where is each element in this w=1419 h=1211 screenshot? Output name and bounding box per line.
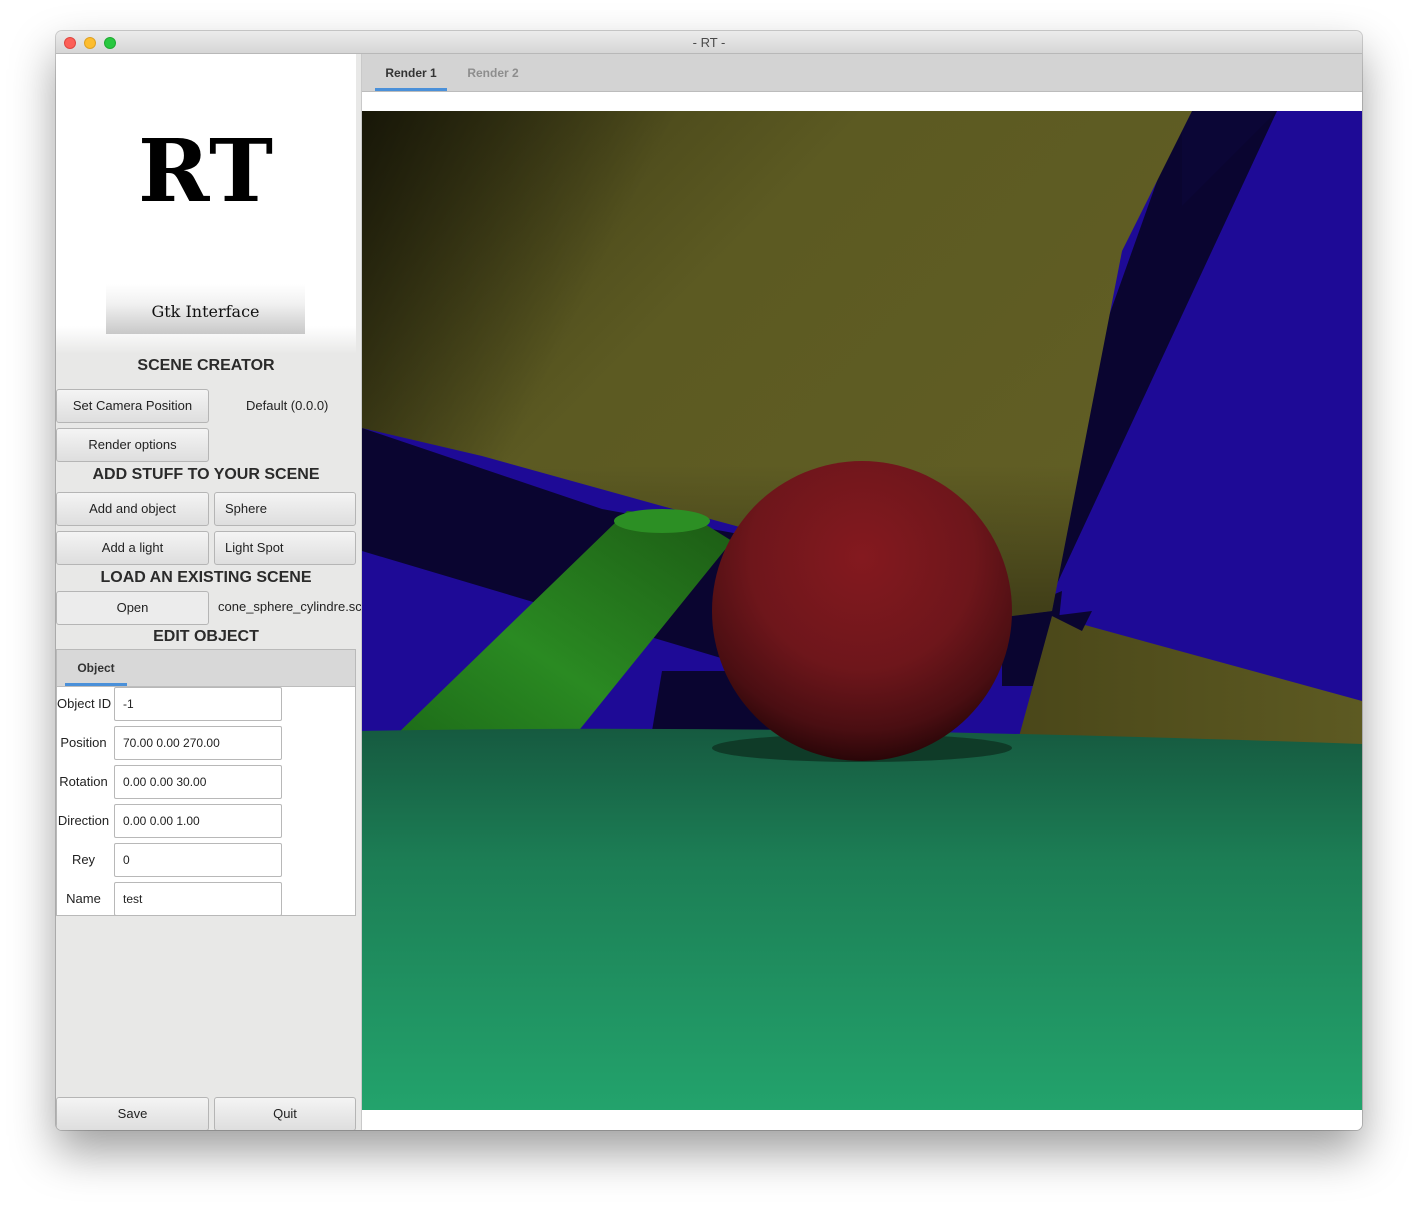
rey-label: Rey	[71, 852, 96, 867]
edit-object-panel: Object Object ID -1 Position 70.00 0.00 …	[56, 649, 356, 916]
tab-render-1[interactable]: Render 1	[375, 54, 447, 91]
quit-button[interactable]: Quit	[214, 1097, 356, 1130]
rey-row: Rey 0	[57, 843, 355, 882]
app-logo: RT	[138, 121, 274, 222]
title-bar[interactable]: - RT -	[56, 31, 1362, 54]
name-row: Name test	[57, 882, 355, 921]
rey-input[interactable]: 0	[114, 843, 282, 877]
add-light-button[interactable]: Add a light	[56, 531, 209, 565]
direction-row: Direction 0.00 0.00 1.00	[57, 804, 355, 843]
save-button[interactable]: Save	[56, 1097, 209, 1130]
render-area: Render 1 Render 2	[361, 54, 1362, 1130]
window-title: - RT -	[692, 35, 726, 50]
camera-position-value: Default (0.0.0)	[246, 398, 329, 413]
tab-render-2[interactable]: Render 2	[457, 54, 529, 91]
logo-subtitle: Gtk Interface	[106, 284, 305, 334]
scene-file-name: cone_sphere_cylindre.sc	[218, 599, 362, 614]
rotation-input[interactable]: 0.00 0.00 30.00	[114, 765, 282, 799]
rotation-row: Rotation 0.00 0.00 30.00	[57, 765, 355, 804]
name-label: Name	[66, 891, 101, 906]
add-object-button[interactable]: Add and object	[56, 492, 209, 526]
render-options-button[interactable]: Render options	[56, 428, 209, 462]
sidebar: RT Gtk Interface SCENE CREATOR Set Camer…	[56, 54, 362, 1130]
render-tabs: Render 1 Render 2	[362, 54, 1362, 92]
raytraced-scene-image	[362, 111, 1362, 1110]
object-id-input[interactable]: -1	[114, 687, 282, 721]
rotation-label: Rotation	[59, 774, 108, 789]
light-type-select[interactable]: Light Spot	[214, 531, 356, 565]
edit-object-heading: EDIT OBJECT	[153, 628, 259, 645]
object-id-label: Object ID	[57, 696, 112, 711]
scene-creator-heading: SCENE CREATOR	[137, 357, 275, 374]
logo-area: RT Gtk Interface	[56, 54, 356, 354]
direction-input[interactable]: 0.00 0.00 1.00	[114, 804, 282, 838]
render-canvas[interactable]	[362, 111, 1362, 1110]
position-label: Position	[60, 735, 107, 750]
open-scene-button[interactable]: Open	[56, 591, 209, 625]
tab-object[interactable]: Object	[65, 650, 127, 686]
edit-object-tabs: Object	[57, 650, 355, 687]
add-stuff-heading: ADD STUFF TO YOUR SCENE	[92, 466, 320, 483]
load-scene-heading: LOAD AN EXISTING SCENE	[100, 569, 312, 586]
app-window: - RT - RT Gtk Interface SCENE CREATOR Se…	[56, 31, 1362, 1130]
position-input[interactable]: 70.00 0.00 270.00	[114, 726, 282, 760]
set-camera-position-button[interactable]: Set Camera Position	[56, 389, 209, 423]
object-type-select[interactable]: Sphere	[214, 492, 356, 526]
direction-label: Direction	[57, 813, 110, 828]
object-id-row: Object ID -1	[57, 687, 355, 726]
name-input[interactable]: test	[114, 882, 282, 916]
position-row: Position 70.00 0.00 270.00	[57, 726, 355, 765]
